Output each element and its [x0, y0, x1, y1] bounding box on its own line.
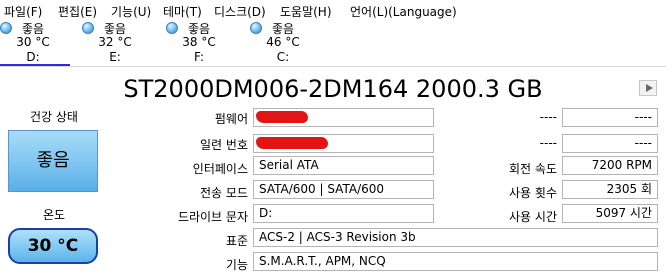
menu-file[interactable]: 파일(F) — [4, 3, 42, 20]
drive-letter-label: 드라이브 문자 — [177, 210, 248, 224]
firmware-label: 펌웨어 — [214, 112, 248, 126]
disk-model-title: ST2000DM006-2DM164 2000.3 GB — [123, 75, 543, 103]
disk-temperature: 46 °C — [266, 35, 300, 49]
disk-temperature: 32 °C — [98, 35, 132, 49]
menu-help[interactable]: 도움말(H) — [280, 3, 332, 20]
health-status-label: 건강 상태 — [30, 110, 78, 124]
features-field: S.M.A.R.T., APM, NCQ — [253, 252, 658, 271]
rotation-rate-label: 회전 속도 — [509, 162, 557, 176]
transfer-mode-field: SATA/600 | SATA/600 — [253, 180, 434, 199]
redaction-mark — [256, 137, 328, 149]
firmware-field — [253, 108, 434, 127]
menu-language[interactable]: 언어(L)(Language) — [350, 3, 457, 20]
divider — [0, 66, 666, 67]
rotation-rate-field: 7200 RPM — [562, 156, 658, 175]
power-on-hours-label: 사용 시간 — [509, 210, 557, 224]
disk-tab-f[interactable]: 좋음 38 °C F: — [166, 20, 236, 66]
disk-temperature: 38 °C — [182, 35, 216, 49]
menu-theme[interactable]: 테마(T) — [163, 3, 202, 20]
blank-field: ---- — [562, 134, 658, 153]
disk-letter: F: — [193, 50, 204, 64]
serial-number-label: 일련 번호 — [200, 138, 248, 152]
transfer-mode-label: 전송 모드 — [200, 186, 248, 200]
menu-bar: 파일(F) 편집(E) 기능(U) 테마(T) 디스크(D) 도움말(H) 언어… — [0, 0, 666, 20]
disk-letter: C: — [276, 50, 290, 64]
health-status-button[interactable]: 좋음 — [8, 130, 98, 192]
disk-selector-bar: 좋음 30 °C D: 좋음 32 °C E: 좋음 38 °C F: 좋음 4… — [0, 20, 666, 66]
standard-label: 표준 — [225, 234, 248, 248]
power-on-count-label: 사용 횟수 — [509, 186, 557, 200]
features-label: 기능 — [225, 258, 248, 272]
standard-field: ACS-2 | ACS-3 Revision 3b — [253, 228, 658, 247]
blank-label: ---- — [539, 110, 557, 124]
serial-number-field — [253, 134, 434, 153]
menu-edit[interactable]: 편집(E) — [58, 3, 97, 20]
drive-letter-field: D: — [253, 204, 434, 223]
disk-letter: E: — [109, 50, 121, 64]
interface-label: 인터페이스 — [192, 162, 248, 176]
menu-disk[interactable]: 디스크(D) — [214, 3, 266, 20]
disk-tab-e[interactable]: 좋음 32 °C E: — [82, 20, 152, 66]
blank-label: ---- — [539, 136, 557, 150]
temperature-button[interactable]: 30 °C — [8, 228, 98, 264]
blank-field: ---- — [562, 108, 658, 127]
temperature-label: 온도 — [42, 208, 66, 222]
disk-tab-c[interactable]: 좋음 46 °C C: — [250, 20, 320, 66]
menu-function[interactable]: 기능(U) — [111, 3, 151, 20]
next-disk-button[interactable] — [639, 80, 657, 96]
play-arrow-icon — [646, 84, 653, 92]
power-on-hours-field: 5097 시간 — [562, 204, 658, 223]
power-on-count-field: 2305 회 — [562, 180, 658, 199]
disk-temperature: 30 °C — [16, 35, 50, 49]
disk-tab-d[interactable]: 좋음 30 °C D: — [0, 20, 70, 66]
redaction-mark — [256, 111, 308, 123]
interface-field: Serial ATA — [253, 156, 434, 175]
disk-letter: D: — [26, 50, 40, 64]
